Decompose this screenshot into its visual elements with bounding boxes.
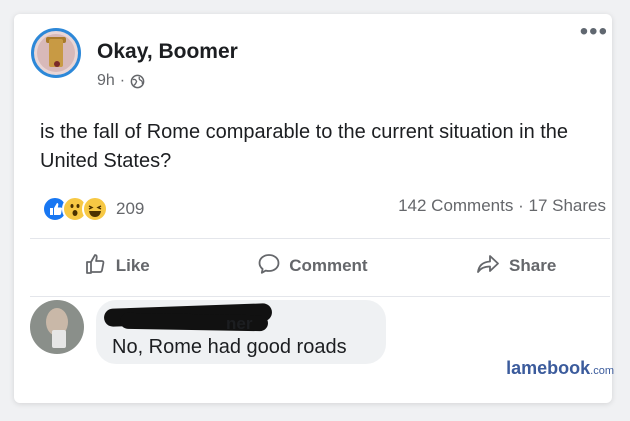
like-label: Like bbox=[115, 256, 150, 275]
action-bar: Like Comment Share bbox=[30, 244, 610, 288]
divider-top bbox=[30, 238, 610, 239]
like-button[interactable]: Like bbox=[84, 252, 150, 281]
haha-reaction-icon bbox=[82, 196, 108, 222]
comment-label: Comment bbox=[289, 256, 368, 275]
lamebook-watermark: lamebook.com bbox=[506, 358, 614, 379]
globe-icon bbox=[130, 74, 145, 89]
post-stats: 142 Comments · 17 Shares bbox=[398, 196, 606, 216]
commenter-cup bbox=[52, 330, 66, 348]
meta-separator: · bbox=[119, 72, 126, 89]
author-name[interactable]: Okay, Boomer bbox=[97, 40, 238, 64]
stats-separator: · bbox=[518, 196, 524, 215]
shares-count[interactable]: 17 Shares bbox=[529, 196, 607, 215]
comment-text: No, Rome had good roads bbox=[112, 336, 347, 358]
share-label: Share bbox=[509, 256, 557, 275]
commenter-name-fragment[interactable]: ner bbox=[226, 314, 252, 334]
more-options-icon[interactable]: ••• bbox=[580, 20, 608, 44]
comments-count[interactable]: 142 Comments bbox=[398, 196, 513, 215]
comment-button[interactable]: Comment bbox=[257, 252, 368, 281]
post-text: is the fall of Rome comparable to the cu… bbox=[40, 121, 569, 172]
post-meta: 9h · bbox=[97, 72, 145, 90]
commenter-avatar[interactable] bbox=[30, 300, 84, 354]
post-time[interactable]: 9h bbox=[97, 72, 115, 90]
watermark-brand: lamebook bbox=[506, 358, 591, 378]
reaction-count: 209 bbox=[116, 199, 145, 218]
share-arrow-icon bbox=[475, 252, 501, 281]
avatar-seal bbox=[54, 61, 60, 67]
share-button[interactable]: Share bbox=[475, 252, 556, 281]
comment-bubble-icon bbox=[257, 252, 281, 281]
divider-bottom bbox=[30, 296, 610, 297]
page-avatar[interactable] bbox=[31, 28, 81, 78]
reactions-summary[interactable]: 209 bbox=[42, 196, 144, 222]
watermark-suffix: .com bbox=[590, 365, 614, 377]
thumbs-up-icon bbox=[84, 252, 108, 281]
